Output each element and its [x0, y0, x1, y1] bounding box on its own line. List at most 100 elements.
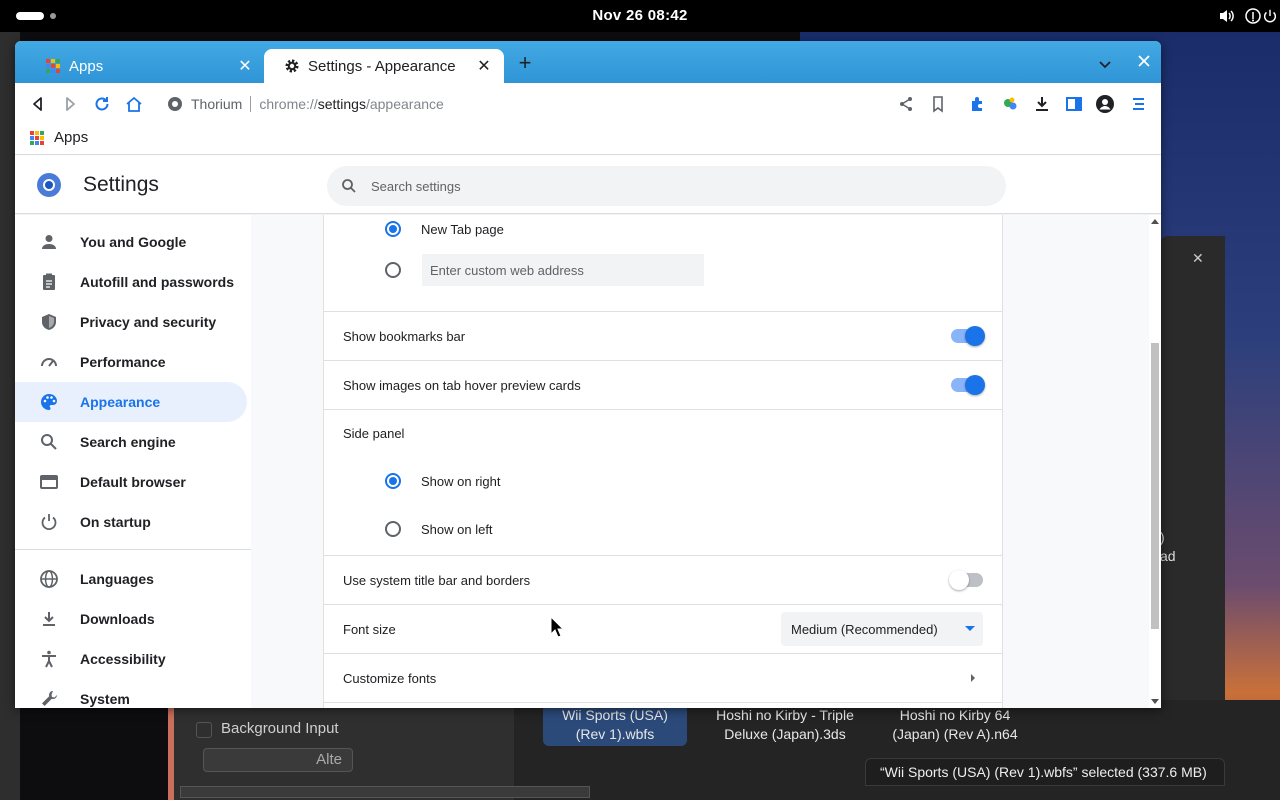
thorium-logo-icon: [168, 97, 182, 111]
tab-settings-appearance[interactable]: Settings - Appearance ✕: [264, 49, 504, 83]
radio-label: New Tab page: [421, 221, 504, 237]
sidebar-item-you-and-google[interactable]: You and Google: [15, 222, 247, 262]
setting-row-next: [324, 702, 1002, 708]
power-menu-icon[interactable]: [1262, 7, 1278, 25]
sidebar-item-system[interactable]: System: [15, 679, 247, 708]
thorium-logo-icon: [37, 173, 61, 197]
new-tab-button[interactable]: +: [514, 52, 536, 75]
scroll-down-arrow[interactable]: [1151, 699, 1159, 704]
extension-icon[interactable]: [1000, 94, 1020, 114]
sidebar-item-performance[interactable]: Performance: [15, 342, 247, 382]
radio-show-on-right[interactable]: [385, 473, 401, 489]
file-item[interactable]: Hoshi no Kirby 64 (Japan) (Rev A).n64: [875, 704, 1035, 746]
back-icon[interactable]: [28, 94, 48, 114]
side-panel-icon[interactable]: [1064, 94, 1084, 114]
home-option-new-tab[interactable]: New Tab page: [324, 215, 1002, 243]
bookmark-star-icon[interactable]: [928, 94, 948, 114]
home-option-custom[interactable]: [324, 253, 1002, 287]
shield-icon: [42, 314, 56, 330]
share-icon[interactable]: [896, 94, 916, 114]
sidebar-item-downloads[interactable]: Downloads: [15, 599, 247, 639]
font-size-select[interactable]: Medium (Recommended): [781, 612, 983, 646]
tab-strip: Apps ✕ Settings - Appearance ✕ +: [15, 41, 1161, 83]
background-input-checkbox[interactable]: [196, 722, 212, 738]
bookmark-apps[interactable]: Apps: [29, 129, 88, 146]
accessibility-tray-icon[interactable]: [1244, 7, 1262, 25]
browser-window: Apps ✕ Settings - Appearance ✕ + Thorium: [15, 41, 1161, 708]
menu-icon[interactable]: [1128, 94, 1148, 114]
scroll-up-arrow[interactable]: [1151, 219, 1159, 224]
volume-icon[interactable]: [1218, 7, 1236, 25]
omnibox-separator: [250, 96, 252, 112]
setting-row-hover-images[interactable]: Show images on tab hover preview cards: [324, 360, 1002, 409]
setting-label: Customize fonts: [343, 670, 437, 686]
radio-label: Show on right: [421, 473, 501, 489]
settings-search[interactable]: [327, 166, 1006, 206]
url-host: settings: [317, 96, 366, 112]
radio-label: Show on left: [421, 521, 493, 537]
background-window[interactable]: [1160, 236, 1225, 700]
download-icon: [43, 612, 55, 626]
setting-row-bookmarks-bar[interactable]: Show bookmarks bar: [324, 311, 1002, 360]
radio-custom-address[interactable]: [385, 262, 401, 278]
browser-icon: [40, 475, 58, 489]
sidebar-item-on-startup[interactable]: On startup: [15, 502, 247, 542]
radio-new-tab-page[interactable]: [385, 221, 401, 237]
background-window-text: ) ad: [1160, 529, 1176, 564]
custom-address-input[interactable]: [422, 254, 704, 286]
forward-icon[interactable]: [60, 94, 80, 114]
setting-label: Show images on tab hover preview cards: [343, 377, 581, 393]
profile-avatar-icon[interactable]: [1095, 94, 1115, 114]
file-item[interactable]: Hoshi no Kirby - Triple Deluxe (Japan).3…: [705, 704, 865, 746]
side-panel-option-right[interactable]: Show on right: [324, 457, 1002, 505]
tab-close-icon[interactable]: ✕: [237, 56, 253, 76]
content-scrollbar[interactable]: [1149, 215, 1161, 708]
speedometer-icon: [41, 358, 57, 367]
sidebar-item-appearance[interactable]: Appearance: [15, 382, 247, 422]
home-icon[interactable]: [124, 94, 144, 114]
sidebar-item-accessibility[interactable]: Accessibility: [15, 639, 247, 679]
setting-row-customize-fonts[interactable]: Customize fonts: [324, 653, 1002, 702]
gear-icon: [285, 59, 299, 73]
sidebar-item-label: Performance: [80, 354, 166, 370]
setting-row-side-panel: Side panel: [324, 409, 1002, 457]
file-item[interactable]: Wii Sports (USA) (Rev 1).wbfs: [543, 704, 687, 746]
hover-images-toggle[interactable]: [951, 375, 985, 395]
tab-close-icon[interactable]: ✕: [476, 56, 492, 76]
background-window-close-icon[interactable]: ✕: [1192, 250, 1204, 267]
file-manager-scrollbar[interactable]: [180, 786, 590, 798]
background-alter-button[interactable]: Alte: [203, 748, 353, 772]
sidebar-item-search-engine[interactable]: Search engine: [15, 422, 247, 462]
setting-row-system-title-bar[interactable]: Use system title bar and borders: [324, 555, 1002, 604]
dropdown-arrow-icon: [965, 626, 975, 631]
sidebar-item-autofill[interactable]: Autofill and passwords: [15, 262, 247, 302]
content-scrollbar-thumb[interactable]: [1151, 343, 1159, 629]
sidebar-item-languages[interactable]: Languages: [15, 559, 247, 599]
tab-apps[interactable]: Apps ✕: [25, 49, 265, 83]
sidebar-item-default-browser[interactable]: Default browser: [15, 462, 247, 502]
radio-show-on-left[interactable]: [385, 521, 401, 537]
url-path: /appearance: [365, 96, 444, 112]
downloads-icon[interactable]: [1032, 94, 1052, 114]
bookmarks-bar-toggle[interactable]: [951, 326, 985, 346]
setting-row-font-size: Font size Medium (Recommended): [324, 604, 1002, 653]
omnibox[interactable]: Thorium chrome://settings/appearance: [157, 87, 953, 121]
site-info-chip[interactable]: Thorium: [157, 96, 242, 112]
site-name: Thorium: [191, 96, 243, 112]
sidebar-item-label: Languages: [80, 571, 154, 587]
sidebar-item-privacy[interactable]: Privacy and security: [15, 302, 247, 342]
search-input[interactable]: [371, 178, 931, 194]
sidebar-item-label: Default browser: [80, 474, 186, 490]
extensions-puzzle-icon[interactable]: [968, 94, 988, 114]
page-title: Settings: [83, 173, 159, 196]
mouse-cursor-icon: [550, 616, 564, 638]
tab-search-chevron-icon[interactable]: [1096, 55, 1114, 73]
system-clock[interactable]: Nov 26 08:42: [0, 7, 1280, 24]
reload-icon[interactable]: [92, 94, 112, 114]
clipboard-icon: [43, 273, 55, 290]
side-panel-option-left[interactable]: Show on left: [324, 505, 1002, 553]
window-close-icon[interactable]: [1135, 52, 1153, 70]
sidebar-item-label: Downloads: [80, 611, 155, 627]
file-selection-status: “Wii Sports (USA) (Rev 1).wbfs” selected…: [865, 758, 1225, 786]
system-title-bar-toggle[interactable]: [949, 570, 983, 590]
